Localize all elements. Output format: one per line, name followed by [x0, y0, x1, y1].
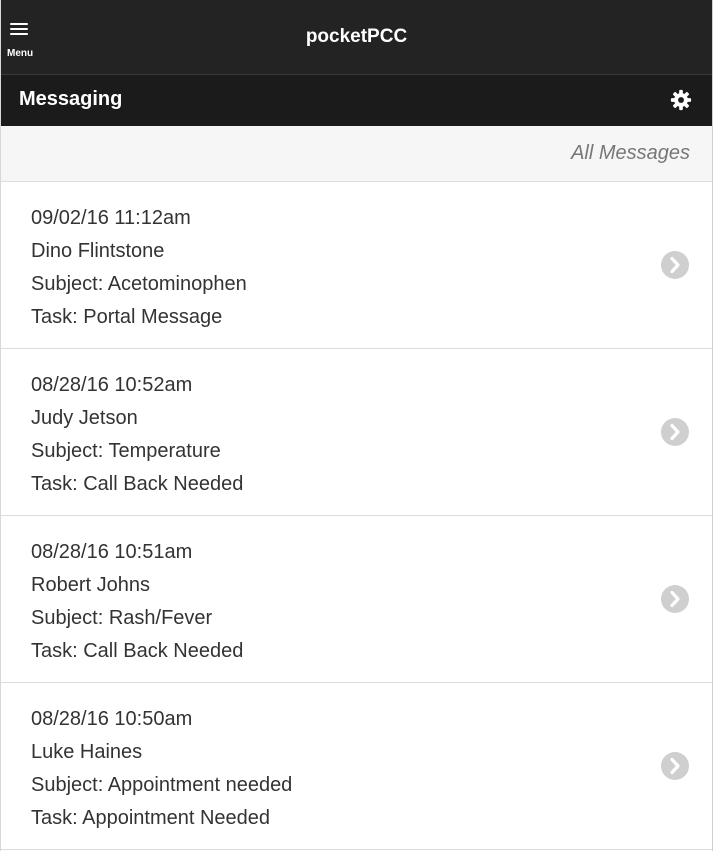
filter-all-messages[interactable]: All Messages [571, 142, 690, 165]
chevron-right-icon[interactable] [660, 751, 690, 781]
message-datetime: 09/02/16 11:12am [31, 207, 191, 229]
message-datetime: 08/28/16 10:51am [31, 541, 193, 563]
message-sender: Dino Flintstone [31, 240, 165, 262]
list-item[interactable]: 08/28/16 10:52am Judy Jetson Subject: Te… [1, 349, 712, 516]
message-task: Task: Call Back Needed [31, 473, 244, 495]
message-task: Task: Appointment Needed [31, 807, 271, 829]
message-subject: Subject: Rash/Fever [31, 607, 213, 629]
filter-bar: All Messages [1, 126, 712, 182]
app-header: Menu pocketPCC [1, 0, 712, 74]
list-item[interactable]: 08/28/16 10:50am Luke Haines Subject: Ap… [1, 683, 712, 850]
message-subject: Subject: Appointment needed [31, 774, 293, 796]
list-item[interactable]: 08/28/16 10:51am Robert Johns Subject: R… [1, 516, 712, 683]
message-datetime: 08/28/16 10:50am [31, 708, 193, 730]
settings-button[interactable] [670, 89, 692, 111]
gear-icon [670, 89, 692, 111]
message-task: Task: Call Back Needed [31, 640, 244, 662]
message-list: 09/02/16 11:12am Dino Flintstone Subject… [1, 182, 712, 850]
app-frame: Menu pocketPCC Messaging All Messages 09… [0, 0, 713, 851]
app-title: pocketPCC [305, 26, 408, 47]
page-title: Messaging [19, 88, 123, 110]
message-subject: Subject: Acetominophen [31, 273, 247, 295]
page-header: Messaging [1, 74, 712, 126]
list-item[interactable]: 09/02/16 11:12am Dino Flintstone Subject… [1, 182, 712, 349]
message-sender: Luke Haines [31, 741, 143, 763]
message-datetime: 08/28/16 10:52am [31, 374, 193, 396]
message-sender: Judy Jetson [31, 407, 138, 429]
message-subject: Subject: Temperature [31, 440, 221, 462]
chevron-right-icon[interactable] [660, 584, 690, 614]
chevron-right-icon[interactable] [660, 417, 690, 447]
message-sender: Robert Johns [31, 574, 150, 596]
message-task: Task: Portal Message [31, 306, 223, 328]
chevron-right-icon[interactable] [660, 250, 690, 280]
menu-label: Menu [7, 48, 34, 59]
